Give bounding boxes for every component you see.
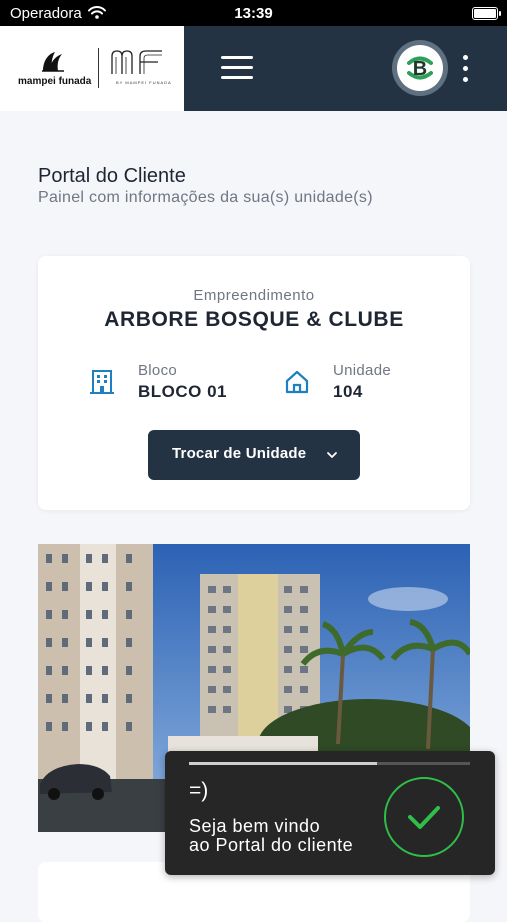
- user-avatar[interactable]: B: [392, 40, 448, 96]
- development-name: ARBORE BOSQUE & CLUBE: [104, 308, 404, 331]
- hamburger-menu-icon[interactable]: [219, 54, 255, 82]
- more-options-icon[interactable]: [455, 54, 475, 84]
- app-header: mampei funada BY MAMPEI FUNADA B: [0, 26, 507, 111]
- development-label: Empreendimento: [193, 287, 315, 304]
- battery-icon: [472, 7, 501, 20]
- avatar-initial-icon: B: [407, 56, 433, 80]
- unit-card: Empreendimento ARBORE BOSQUE & CLUBE Blo…: [38, 256, 470, 510]
- unit-label: Unidade: [333, 362, 391, 379]
- clock: 13:39: [234, 5, 273, 22]
- home-icon: [285, 370, 309, 394]
- block-label: Bloco: [138, 362, 178, 379]
- brand-mark-sub: BY MAMPEI FUNADA: [116, 80, 172, 85]
- page-subtitle: Painel com informações da sua(s) unidade…: [38, 189, 373, 206]
- svg-text:B: B: [413, 58, 427, 80]
- mf-logo-icon: [111, 50, 162, 74]
- toast-emoticon: =): [189, 779, 209, 802]
- success-check-icon: [384, 777, 464, 857]
- brand-logo[interactable]: mampei funada BY MAMPEI FUNADA: [0, 26, 184, 111]
- block-value: BLOCO 01: [138, 382, 228, 401]
- page-title: Portal do Cliente: [38, 165, 186, 187]
- welcome-toast[interactable]: =) Seja bem vindo ao Portal do cliente: [165, 751, 495, 875]
- chevron-down-icon: [327, 452, 337, 458]
- status-bar: Operadora 13:39: [0, 0, 507, 26]
- toast-progress-track: [189, 762, 470, 765]
- logo-divider: [98, 48, 99, 88]
- toast-message-line1: Seja bem vindo: [189, 816, 321, 836]
- leaf-logo-icon: [42, 52, 64, 72]
- toast-message-line2: ao Portal do cliente: [189, 835, 354, 855]
- toast-progress-fill: [189, 762, 378, 765]
- brand-name: mampei funada: [18, 76, 92, 87]
- building-icon: [90, 370, 114, 394]
- switch-unit-label: Trocar de Unidade: [172, 445, 307, 462]
- unit-value: 104: [333, 382, 363, 401]
- switch-unit-button[interactable]: Trocar de Unidade: [148, 430, 360, 480]
